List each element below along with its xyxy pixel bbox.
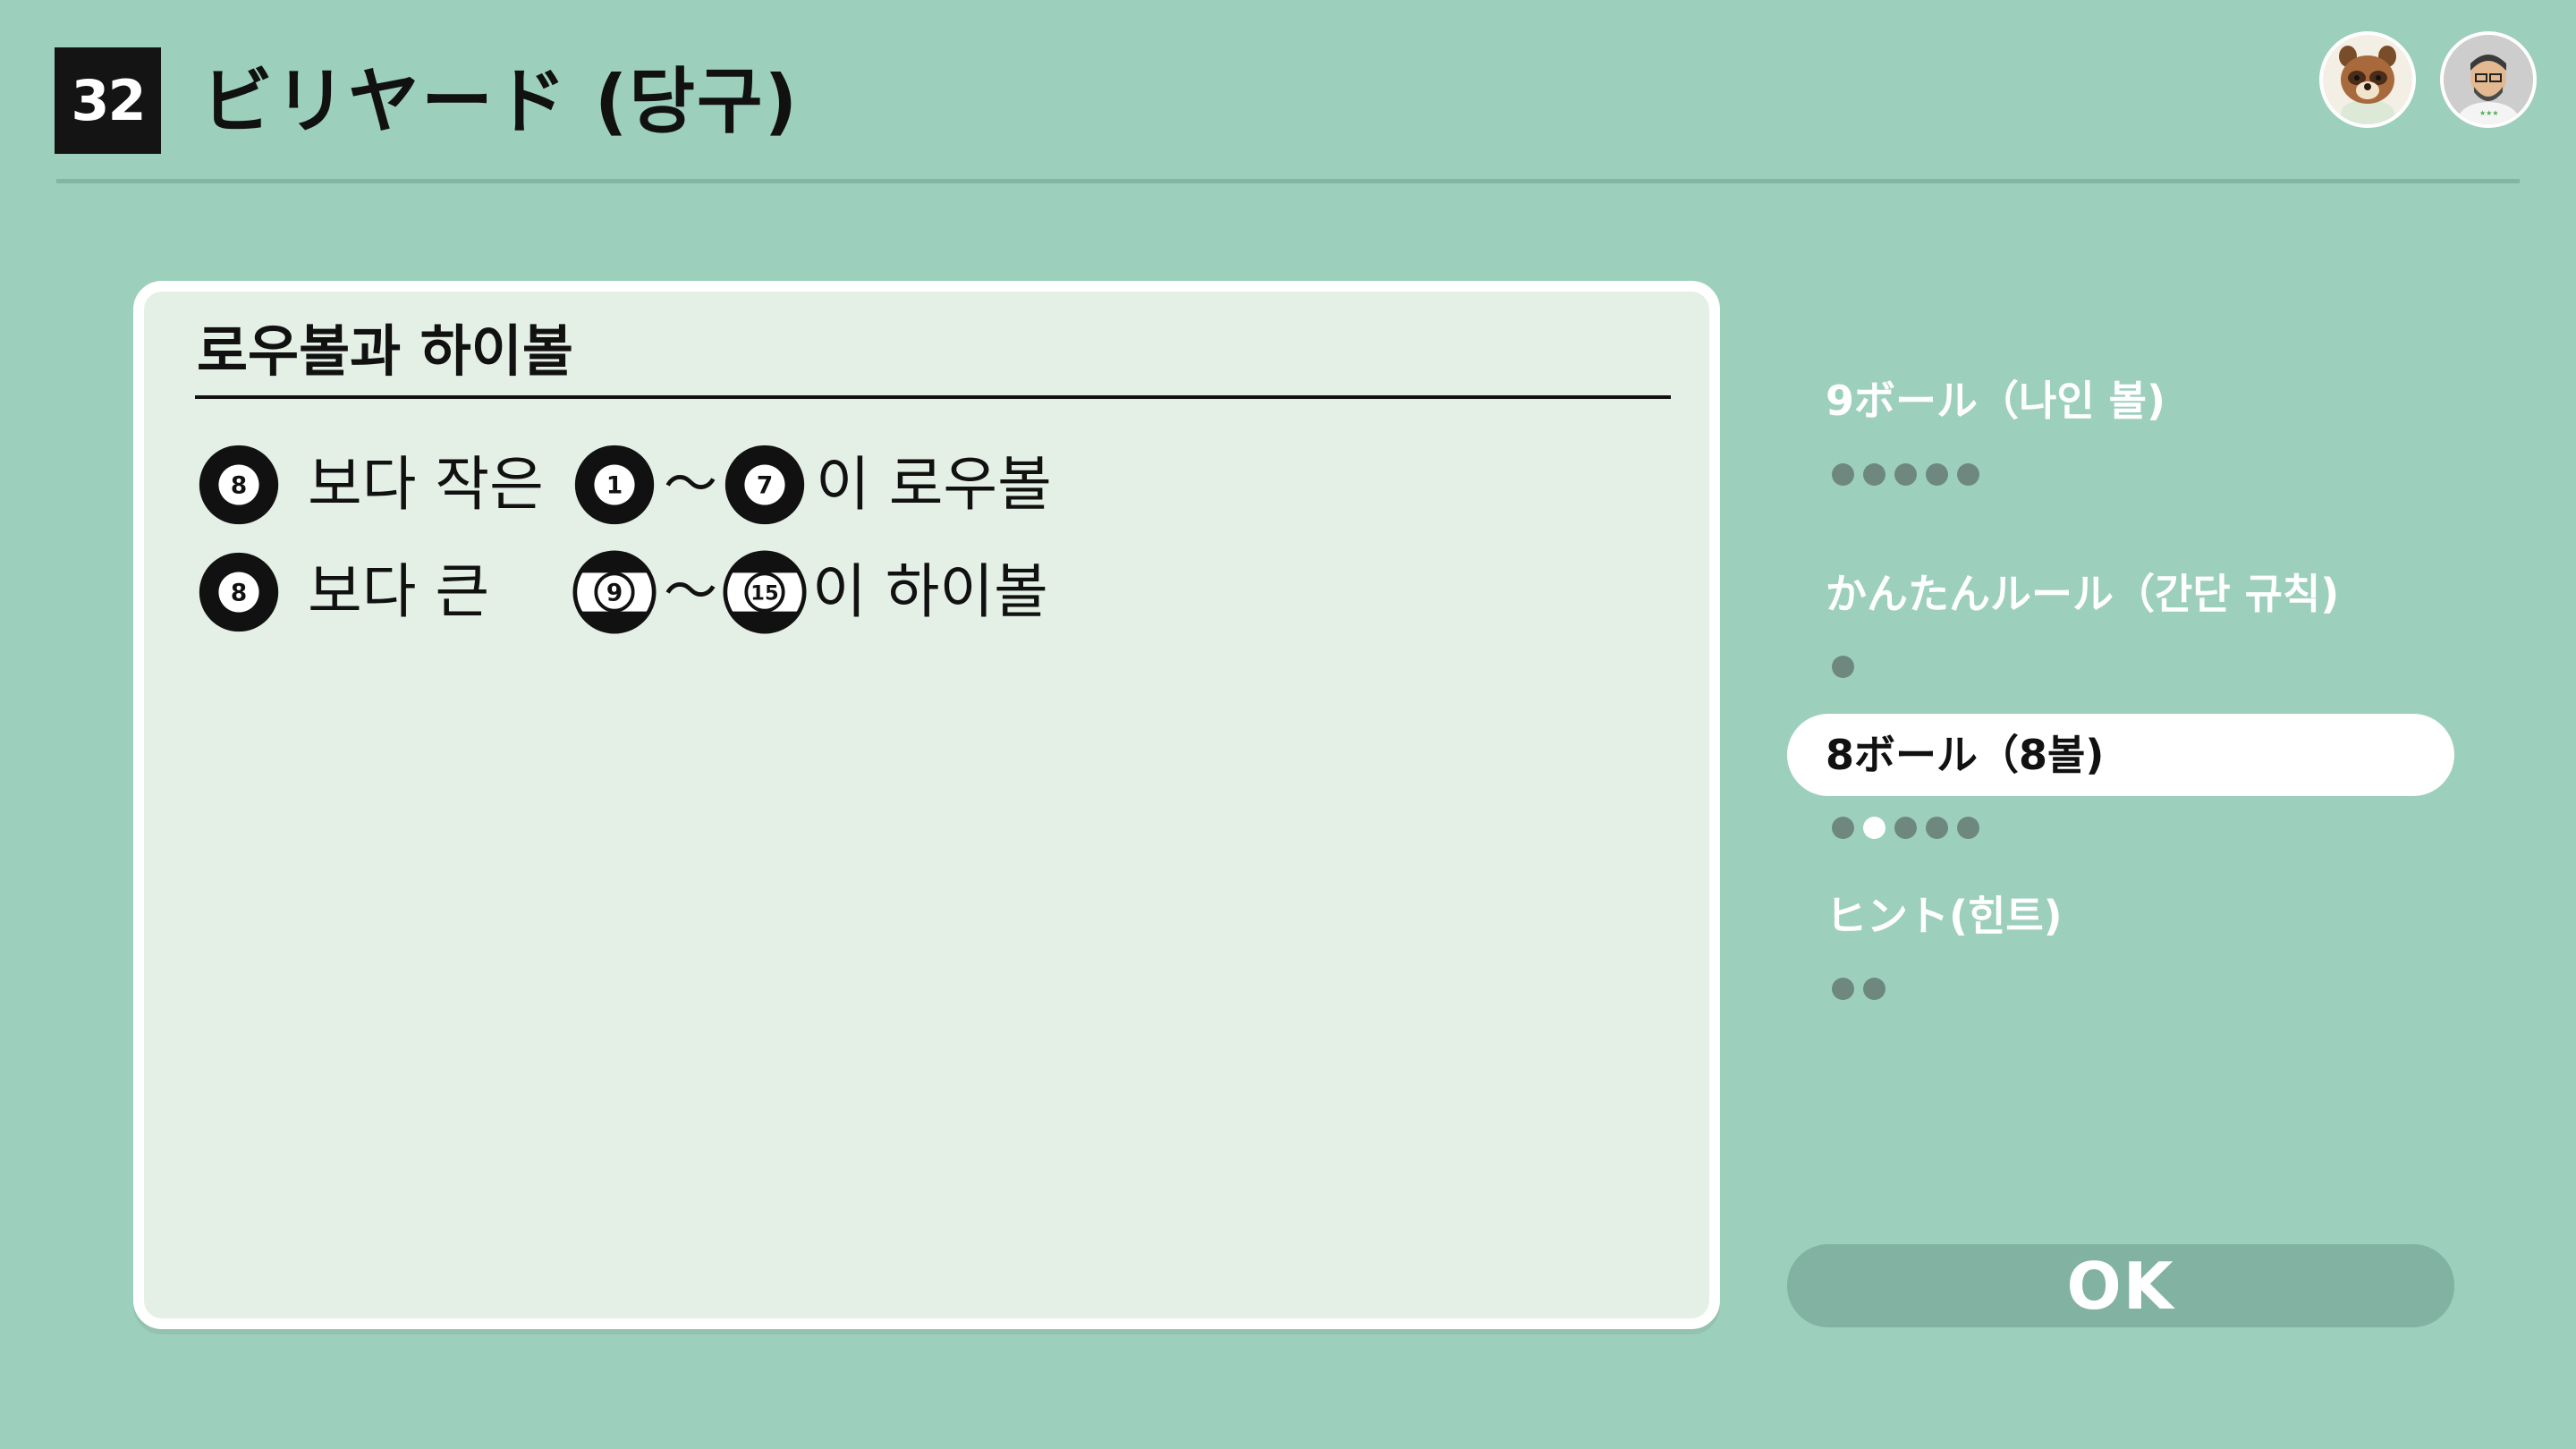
panel-heading: 로우볼과 하이볼	[197, 318, 573, 384]
difficulty-dot	[1894, 462, 1917, 486]
ball-1-icon: 1	[574, 445, 655, 525]
range-tilde: ～	[664, 453, 717, 516]
ok-button[interactable]: OK	[1787, 1244, 2454, 1327]
larger-than-label: 보다 큰	[308, 557, 490, 626]
menu-item-hints[interactable]: ヒント(힌트)	[1826, 889, 2063, 943]
difficulty-dot	[1832, 816, 1854, 839]
difficulty-dot	[1957, 462, 1979, 486]
ball-8-icon: 8	[199, 445, 279, 525]
difficulty-dot	[1957, 816, 1979, 839]
menu-item-nine-ball[interactable]: 9ボール（나인 볼)	[1826, 374, 2165, 428]
difficulty-dots-nine-ball	[1832, 461, 1979, 487]
difficulty-dot	[1863, 462, 1885, 486]
svg-text:8: 8	[231, 580, 247, 606]
range-tilde: ～	[664, 561, 717, 623]
header-divider	[56, 179, 2520, 183]
high-ball-label: 이 하이볼	[812, 557, 1048, 626]
svg-text:7: 7	[757, 472, 773, 499]
difficulty-dot	[1863, 977, 1885, 1000]
difficulty-dot	[1832, 655, 1854, 678]
difficulty-dot	[1863, 816, 1885, 839]
difficulty-dot	[1832, 977, 1854, 1000]
tanuki-avatar-icon[interactable]	[2319, 31, 2416, 128]
ball-15-icon: 15	[723, 550, 807, 634]
ball-8-icon: 8	[199, 552, 279, 632]
difficulty-dots-eight-ball	[1832, 814, 1979, 841]
svg-text:1: 1	[606, 472, 623, 499]
game-number-badge: 32	[55, 47, 161, 154]
ball-9-icon: 9	[572, 550, 657, 634]
menu-item-easy-rules[interactable]: かんたんルール（간단 규칙)	[1826, 567, 2339, 621]
explanation-panel: 로우볼과 하이볼 8 보다 작은 1 ～ 7 이 로우볼 8 보다 큰 9 ～ …	[133, 281, 1720, 1329]
svg-text:8: 8	[231, 472, 247, 499]
high-ball-rule: 8 보다 큰 9 ～ 15 이 하이볼	[197, 547, 1048, 637]
ball-7-icon: 7	[724, 445, 805, 525]
svg-text:15: 15	[750, 581, 778, 605]
svg-text:9: 9	[606, 580, 623, 606]
difficulty-dot	[1926, 462, 1948, 486]
difficulty-dot	[1832, 462, 1854, 486]
difficulty-dots-hints	[1832, 975, 1885, 1002]
low-ball-label: 이 로우볼	[816, 450, 1052, 519]
svg-text:★★★: ★★★	[2479, 109, 2499, 117]
mii-avatar-icon[interactable]: ★★★	[2440, 31, 2537, 128]
difficulty-dots-easy-rules	[1832, 653, 1854, 680]
smaller-than-label: 보다 작은	[308, 450, 544, 519]
difficulty-dot	[1926, 816, 1948, 839]
page-title: ビリヤード (당구)	[201, 60, 800, 143]
menu-item-eight-ball[interactable]: 8ボール（8볼)	[1826, 728, 2104, 782]
low-ball-rule: 8 보다 작은 1 ～ 7 이 로우볼	[197, 440, 1052, 530]
panel-divider	[195, 395, 1671, 399]
difficulty-dot	[1894, 816, 1917, 839]
